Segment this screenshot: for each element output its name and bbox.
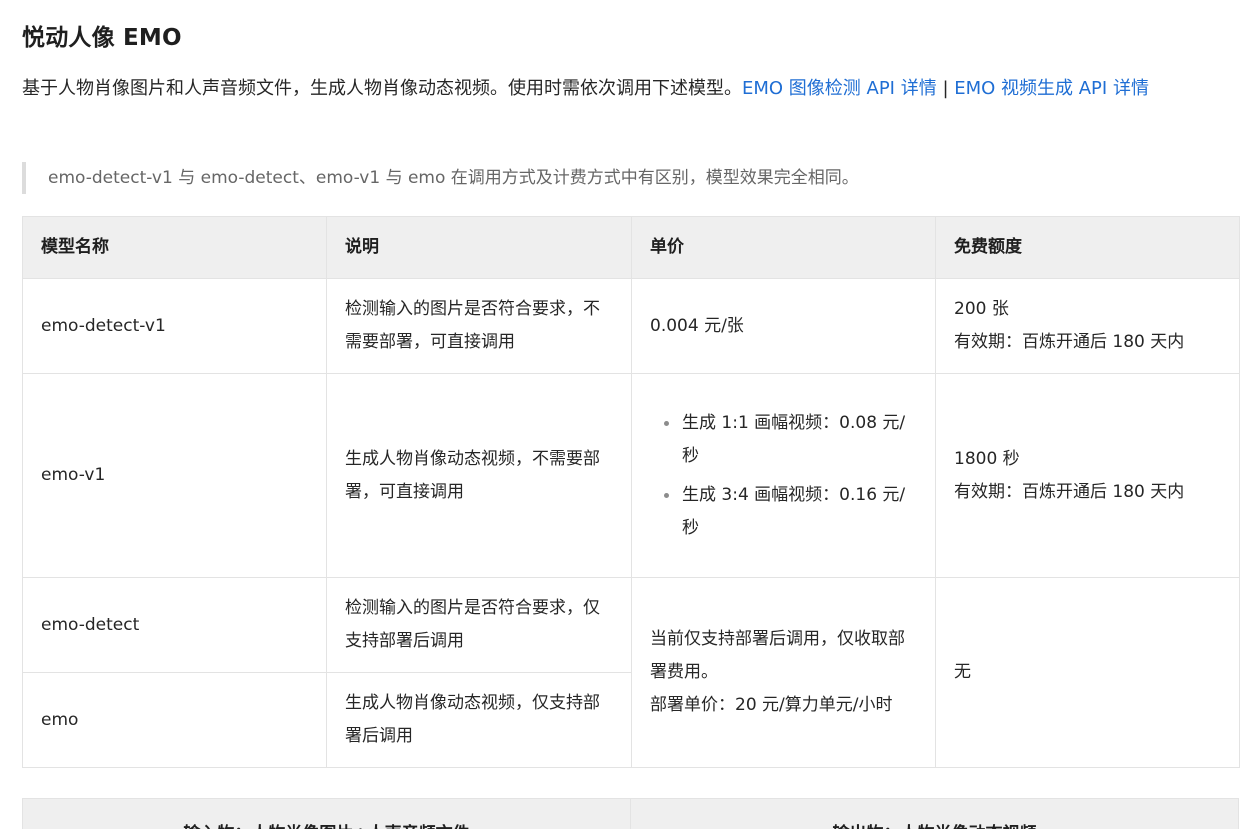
description-cell: 生成人物肖像动态视频，仅支持部署后调用: [326, 672, 632, 768]
header-free-quota: 免费额度: [935, 216, 1240, 279]
model-pricing-table: 模型名称 说明 单价 免费额度 emo-detect-v1 检测输入的图片是否符…: [22, 216, 1240, 768]
doc-page: 悦动人像 EMO 基于人物肖像图片和人声音频文件，生成人物肖像动态视频。使用时需…: [0, 0, 1253, 829]
model-name-cell: emo-v1: [22, 373, 327, 578]
bullet-icon: [664, 492, 669, 498]
list-item: 生成 3:4 画幅视频：0.16 元/秒: [664, 479, 917, 545]
model-name-cell: emo-detect: [22, 577, 327, 673]
note-text: emo-detect-v1 与 emo-detect、emo-v1 与 emo …: [48, 168, 859, 188]
note-blockquote: emo-detect-v1 与 emo-detect、emo-v1 与 emo …: [22, 162, 859, 194]
price-item-text: 生成 1:1 画幅视频：0.08 元/秒: [682, 412, 906, 466]
quota-validity: 有效期：百炼开通后 180 天内: [954, 332, 1185, 352]
intro-text: 基于人物肖像图片和人声音频文件，生成人物肖像动态视频。使用时需依次调用下述模型。: [22, 78, 742, 99]
table-row: emo-detect 检测输入的图片是否符合要求，仅支持部署后调用 当前仅支持部…: [22, 577, 1240, 768]
price-cell: 生成 1:1 画幅视频：0.08 元/秒 生成 3:4 画幅视频：0.16 元/…: [631, 373, 936, 578]
header-model-name: 模型名称: [22, 216, 327, 279]
description-cell: 生成人物肖像动态视频，不需要部署，可直接调用: [326, 373, 632, 578]
price-cell: 0.004 元/张: [631, 278, 936, 374]
io-input-header: 输入物：人物肖像图片+人声音频文件: [22, 798, 631, 829]
emo-detect-api-link[interactable]: EMO 图像检测 API 详情: [742, 78, 937, 99]
model-name-cell: emo-detect-v1: [22, 278, 327, 374]
emo-video-api-link[interactable]: EMO 视频生成 API 详情: [954, 78, 1149, 99]
page-title: 悦动人像 EMO: [22, 25, 182, 51]
table-row: emo-detect-v1 检测输入的图片是否符合要求，不需要部署，可直接调用 …: [22, 278, 1240, 374]
quota-validity: 有效期：百炼开通后 180 天内: [954, 481, 1185, 502]
description-cell: 检测输入的图片是否符合要求，不需要部署，可直接调用: [326, 278, 632, 374]
quota-amount: 200 张: [954, 299, 1009, 319]
link-separator: |: [936, 78, 955, 99]
header-description: 说明: [326, 216, 632, 279]
bullet-icon: [664, 420, 669, 426]
model-name-cell: emo: [22, 672, 327, 768]
shared-price-cell: 当前仅支持部署后调用，仅收取部署费用。 部署单价：20 元/算力单元/小时: [631, 577, 936, 768]
deploy-only-note: 当前仅支持部署后调用，仅收取部署费用。: [650, 629, 905, 682]
quota-amount: 1800 秒: [954, 448, 1020, 469]
intro-paragraph: 基于人物肖像图片和人声音频文件，生成人物肖像动态视频。使用时需依次调用下述模型。…: [22, 72, 1232, 106]
header-unit-price: 单价: [631, 216, 936, 279]
table-header-row: 模型名称 说明 单价 免费额度: [22, 216, 1240, 279]
deploy-unit-price: 部署单价：20 元/算力单元/小时: [650, 695, 893, 715]
shared-quota-cell: 无: [935, 577, 1240, 768]
table-row: emo-v1 生成人物肖像动态视频，不需要部署，可直接调用 生成 1:1 画幅视…: [22, 373, 1240, 578]
io-header-row: 输入物：人物肖像图片+人声音频文件 输出物：人物肖像动态视频: [22, 798, 1239, 829]
price-list: 生成 1:1 画幅视频：0.08 元/秒 生成 3:4 画幅视频：0.16 元/…: [650, 407, 917, 545]
quota-cell: 200 张 有效期：百炼开通后 180 天内: [935, 278, 1240, 374]
io-output-header: 输出物：人物肖像动态视频: [630, 798, 1239, 829]
description-cell: 检测输入的图片是否符合要求，仅支持部署后调用: [326, 577, 632, 673]
quota-cell: 1800 秒 有效期：百炼开通后 180 天内: [935, 373, 1240, 578]
io-table: 输入物：人物肖像图片+人声音频文件 输出物：人物肖像动态视频: [22, 798, 1239, 829]
price-item-text: 生成 3:4 画幅视频：0.16 元/秒: [682, 484, 906, 538]
list-item: 生成 1:1 画幅视频：0.08 元/秒: [664, 407, 917, 473]
